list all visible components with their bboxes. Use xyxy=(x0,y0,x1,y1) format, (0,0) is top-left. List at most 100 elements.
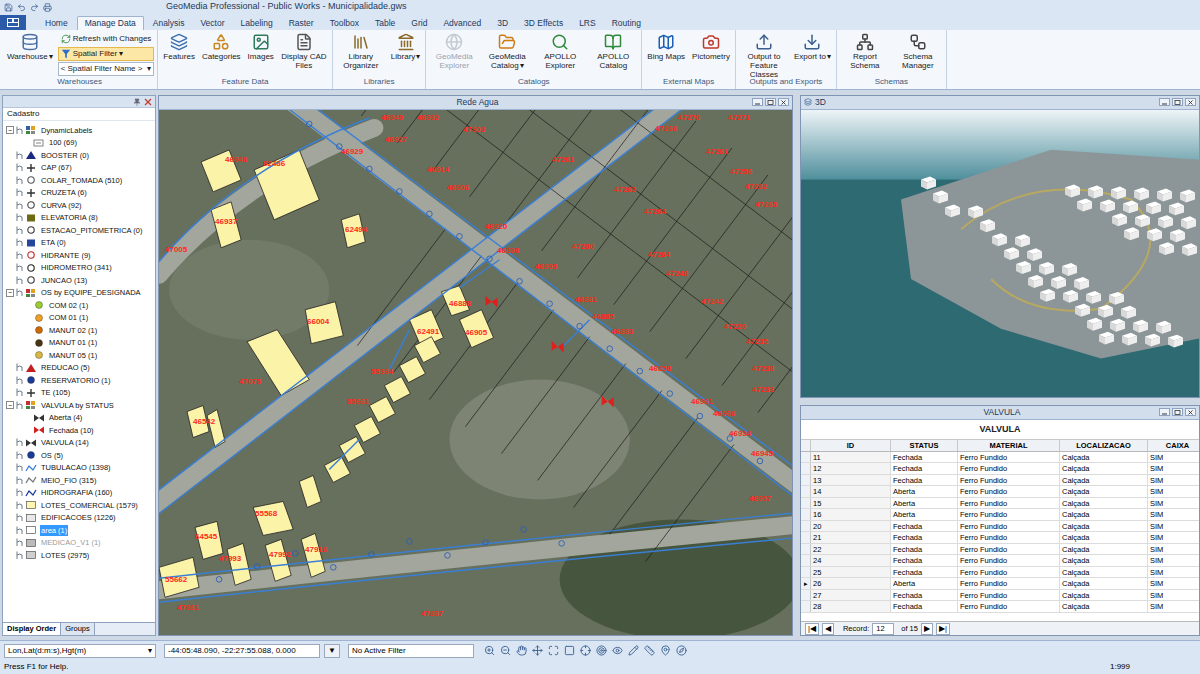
table-cell[interactable]: 27 xyxy=(811,590,891,601)
table-cell[interactable]: Calçada xyxy=(1060,463,1148,474)
legend-item[interactable]: CURVA (92) xyxy=(5,199,155,212)
expand-toggle[interactable]: − xyxy=(6,126,14,134)
legend-item[interactable]: VALVULA (14) xyxy=(5,437,155,450)
table-cell[interactable]: 20 xyxy=(811,521,891,532)
table-cell[interactable]: Ferro Fundido xyxy=(958,601,1060,612)
legend-item[interactable]: ETA (0) xyxy=(5,237,155,250)
ribbon-tab[interactable]: Vector xyxy=(193,16,231,30)
locatable-icon[interactable] xyxy=(16,263,24,272)
minimize-button[interactable] xyxy=(1159,408,1170,416)
table-cell[interactable]: Ferro Fundido xyxy=(958,498,1060,509)
legend-item[interactable]: COM 02 (1) xyxy=(5,299,155,312)
column-header[interactable]: STATUS xyxy=(891,440,958,451)
ribbon-button[interactable]: Features xyxy=(161,32,197,61)
ribbon-tab[interactable]: Grid xyxy=(404,16,434,30)
ribbon-tab[interactable]: 3D Effects xyxy=(517,16,570,30)
undo-icon[interactable] xyxy=(17,3,26,12)
ribbon-tab[interactable]: Home xyxy=(38,16,75,30)
table-cell[interactable]: Ferro Fundido xyxy=(958,567,1060,578)
locatable-icon[interactable] xyxy=(16,226,24,235)
ribbon-button[interactable]: Output to Feature Classes xyxy=(739,32,789,79)
legend-item[interactable]: HIDROMETRO (341) xyxy=(5,262,155,275)
table-cell[interactable]: 25 xyxy=(811,567,891,578)
locatable-icon[interactable] xyxy=(16,151,24,160)
ribbon-tab[interactable]: LRS xyxy=(572,16,603,30)
ribbon-button[interactable]: GeoMedia Catalog▾ xyxy=(482,32,532,70)
table-cell[interactable]: Aberta xyxy=(891,498,958,509)
table-cell[interactable]: Ferro Fundido xyxy=(958,486,1060,497)
legend-item[interactable]: −VALVULA by STATUS xyxy=(5,399,155,412)
table-cell[interactable]: Calçada xyxy=(1060,567,1148,578)
table-cell[interactable]: Ferro Fundido xyxy=(958,555,1060,566)
ribbon-tab[interactable]: Table xyxy=(368,16,402,30)
locatable-icon[interactable] xyxy=(16,251,24,260)
table-row[interactable]: 12FechadaFerro FundidoCalçadaSIM xyxy=(801,463,1199,475)
table-cell[interactable]: Fechada xyxy=(891,601,958,612)
map-tool-icon[interactable] xyxy=(516,645,527,656)
locatable-icon[interactable] xyxy=(16,288,24,297)
legend-tab[interactable]: Display Order xyxy=(3,623,61,635)
map-tool-icon[interactable] xyxy=(644,645,655,656)
map-tool-icon[interactable] xyxy=(484,645,495,656)
ribbon-button[interactable]: Library Organizer xyxy=(336,32,386,70)
ribbon-button[interactable]: APOLLO Explorer xyxy=(535,32,585,70)
table-cell[interactable]: Calçada xyxy=(1060,555,1148,566)
locatable-icon[interactable] xyxy=(16,551,24,560)
legend-item[interactable]: LOTES_COMERCIAL (1579) xyxy=(5,499,155,512)
coordinate-system-dropdown[interactable]: Lon,Lat(d:m:s),Hgt(m)▾ xyxy=(4,644,156,658)
locatable-icon[interactable] xyxy=(16,526,24,535)
table-cell[interactable]: Ferro Fundido xyxy=(958,578,1060,589)
table-cell[interactable]: Ferro Fundido xyxy=(958,475,1060,486)
legend-item[interactable]: HIDROGRAFIA (160) xyxy=(5,487,155,500)
legend-item[interactable]: HIDRANTE (9) xyxy=(5,249,155,262)
ribbon-button[interactable]: GeoMedia Explorer xyxy=(429,32,479,70)
table-cell[interactable]: Ferro Fundido xyxy=(958,463,1060,474)
ribbon-button[interactable]: Images xyxy=(246,32,276,61)
expand-toggle[interactable]: − xyxy=(6,401,14,409)
row-selector[interactable] xyxy=(801,532,811,543)
table-cell[interactable]: Calçada xyxy=(1060,498,1148,509)
row-selector[interactable] xyxy=(801,601,811,612)
table-cell[interactable]: 28 xyxy=(811,601,891,612)
ribbon-tab[interactable]: Advanced xyxy=(436,16,488,30)
nav-button[interactable]: ▶ xyxy=(921,623,933,635)
table-cell[interactable]: Ferro Fundido xyxy=(958,509,1060,520)
locatable-icon[interactable] xyxy=(16,163,24,172)
table-cell[interactable]: SIM xyxy=(1148,601,1199,612)
locatable-icon[interactable] xyxy=(16,513,24,522)
legend-item[interactable]: Aberta (4) xyxy=(5,412,155,425)
table-cell[interactable]: Aberta xyxy=(891,486,958,497)
locatable-icon[interactable] xyxy=(16,451,24,460)
table-cell[interactable]: SIM xyxy=(1148,486,1199,497)
expand-toggle[interactable]: − xyxy=(6,289,14,297)
table-cell[interactable]: Ferro Fundido xyxy=(958,544,1060,555)
column-header[interactable]: CAIXA xyxy=(1148,440,1199,451)
ribbon-button[interactable]: APOLLO Catalog xyxy=(588,32,638,70)
table-cell[interactable]: Aberta xyxy=(891,509,958,520)
file-button[interactable] xyxy=(0,15,26,30)
ribbon-tab[interactable]: Toolbox xyxy=(323,16,366,30)
legend-tab[interactable]: Groups xyxy=(61,623,95,635)
table-cell[interactable]: 15 xyxy=(811,498,891,509)
legend-item[interactable]: REDUCAO (5) xyxy=(5,362,155,375)
table-cell[interactable]: 26 xyxy=(811,578,891,589)
table-cell[interactable]: Calçada xyxy=(1060,601,1148,612)
map-tool-icon[interactable] xyxy=(532,645,543,656)
locatable-icon[interactable] xyxy=(16,476,24,485)
locatable-icon[interactable] xyxy=(16,188,24,197)
legend-item[interactable]: COM 01 (1) xyxy=(5,312,155,325)
map-tool-icon[interactable] xyxy=(596,645,607,656)
row-selector[interactable] xyxy=(801,521,811,532)
table-cell[interactable]: Ferro Fundido xyxy=(958,590,1060,601)
table-cell[interactable]: 13 xyxy=(811,475,891,486)
row-selector[interactable] xyxy=(801,567,811,578)
legend-item[interactable]: COLAR_TOMADA (510) xyxy=(5,174,155,187)
legend-item[interactable]: MANUT 01 (1) xyxy=(5,337,155,350)
legend-item[interactable]: JUNCAO (13) xyxy=(5,274,155,287)
legend-item[interactable]: EDIFICACOES (1226) xyxy=(5,512,155,525)
table-cell[interactable]: 12 xyxy=(811,463,891,474)
table-cell[interactable]: Calçada xyxy=(1060,521,1148,532)
legend-item[interactable]: Fechada (10) xyxy=(5,424,155,437)
table-cell[interactable]: Ferro Fundido xyxy=(958,452,1060,463)
legend-item[interactable]: MEDICAO_V1 (1) xyxy=(5,537,155,550)
